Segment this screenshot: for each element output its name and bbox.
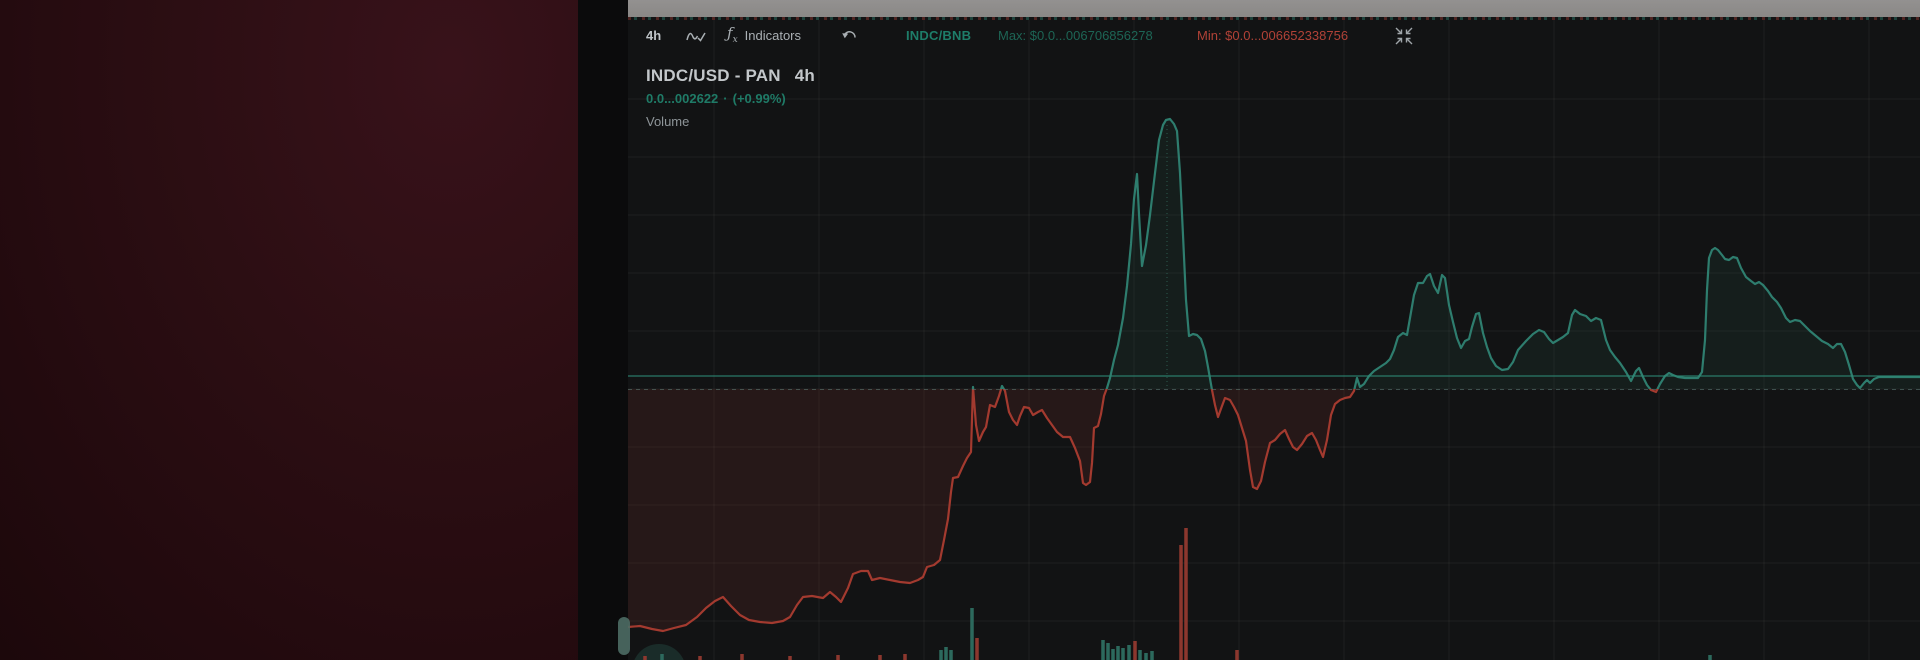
chart-style-button[interactable] [686,26,708,46]
price-change: (+0.99%) [733,91,786,106]
symbol-title: INDC/USD - PAN [646,66,781,85]
price-value: 0.0...002622 [646,91,718,106]
volume-bar-down [975,638,979,660]
volume-bar-down [1184,528,1188,660]
fx-icon: ƒx [727,23,738,50]
volume-bar-down [1133,641,1137,660]
volume-bar-up [1111,649,1115,660]
panel-divider [578,0,628,660]
volume-bar-down [836,655,840,660]
volume-label: Volume [646,114,689,129]
volume-bar-up [660,654,664,660]
volume-bar-up [1106,643,1110,660]
undo-icon [841,29,859,43]
line-chart-icon [686,28,708,44]
chart-canvas[interactable] [628,0,1920,660]
price-separator: · [723,91,727,106]
volume-bar-up [1150,651,1154,660]
timeframe-button[interactable]: 4h [646,26,661,46]
symbol-title-row: INDC/USD - PAN 4h [646,66,815,86]
volume-bar-up [944,647,948,660]
volume-bar-down [740,654,744,660]
symbol-timeframe: 4h [795,66,815,85]
volume-bar-down [878,655,882,660]
price-row: 0.0...002622 · (+0.99%) [646,91,786,106]
volume-bar-down [788,656,792,660]
volume-bar-up [1144,653,1148,660]
volume-bar-down [903,654,907,660]
dimmed-site-background [0,0,578,660]
volume-bar-up [970,608,974,660]
collapse-icon [1394,26,1414,46]
page: { "toolbar": { "timeframe": "4h", "fx_gl… [0,0,1920,660]
max-price-label: Max: $0.0...006706856278 [998,26,1153,46]
volume-bar-down [1179,545,1183,660]
volume-bar-down [1235,650,1239,660]
volume-bar-up [1127,645,1131,660]
undo-button[interactable] [841,26,859,46]
volume-bar-up [1116,646,1120,660]
watermark-logo [632,644,686,660]
pair-button[interactable]: INDC/BNB [906,26,971,46]
volume-bar-down [643,656,647,660]
collapse-button[interactable] [1394,26,1414,46]
min-price-label: Min: $0.0...006652338756 [1197,26,1348,46]
volume-bar-up [1138,650,1142,660]
indicators-label: Indicators [745,26,801,46]
volume-bar-up [1708,655,1712,660]
page-scrollbar-thumb[interactable] [618,617,630,655]
volume-bar-up [1101,640,1105,660]
volume-bar-up [1121,648,1125,660]
indicators-button[interactable]: ƒx Indicators [727,26,801,46]
volume-bar-up [939,650,943,660]
volume-bar-up [949,650,953,660]
volume-bar-down [698,656,702,660]
